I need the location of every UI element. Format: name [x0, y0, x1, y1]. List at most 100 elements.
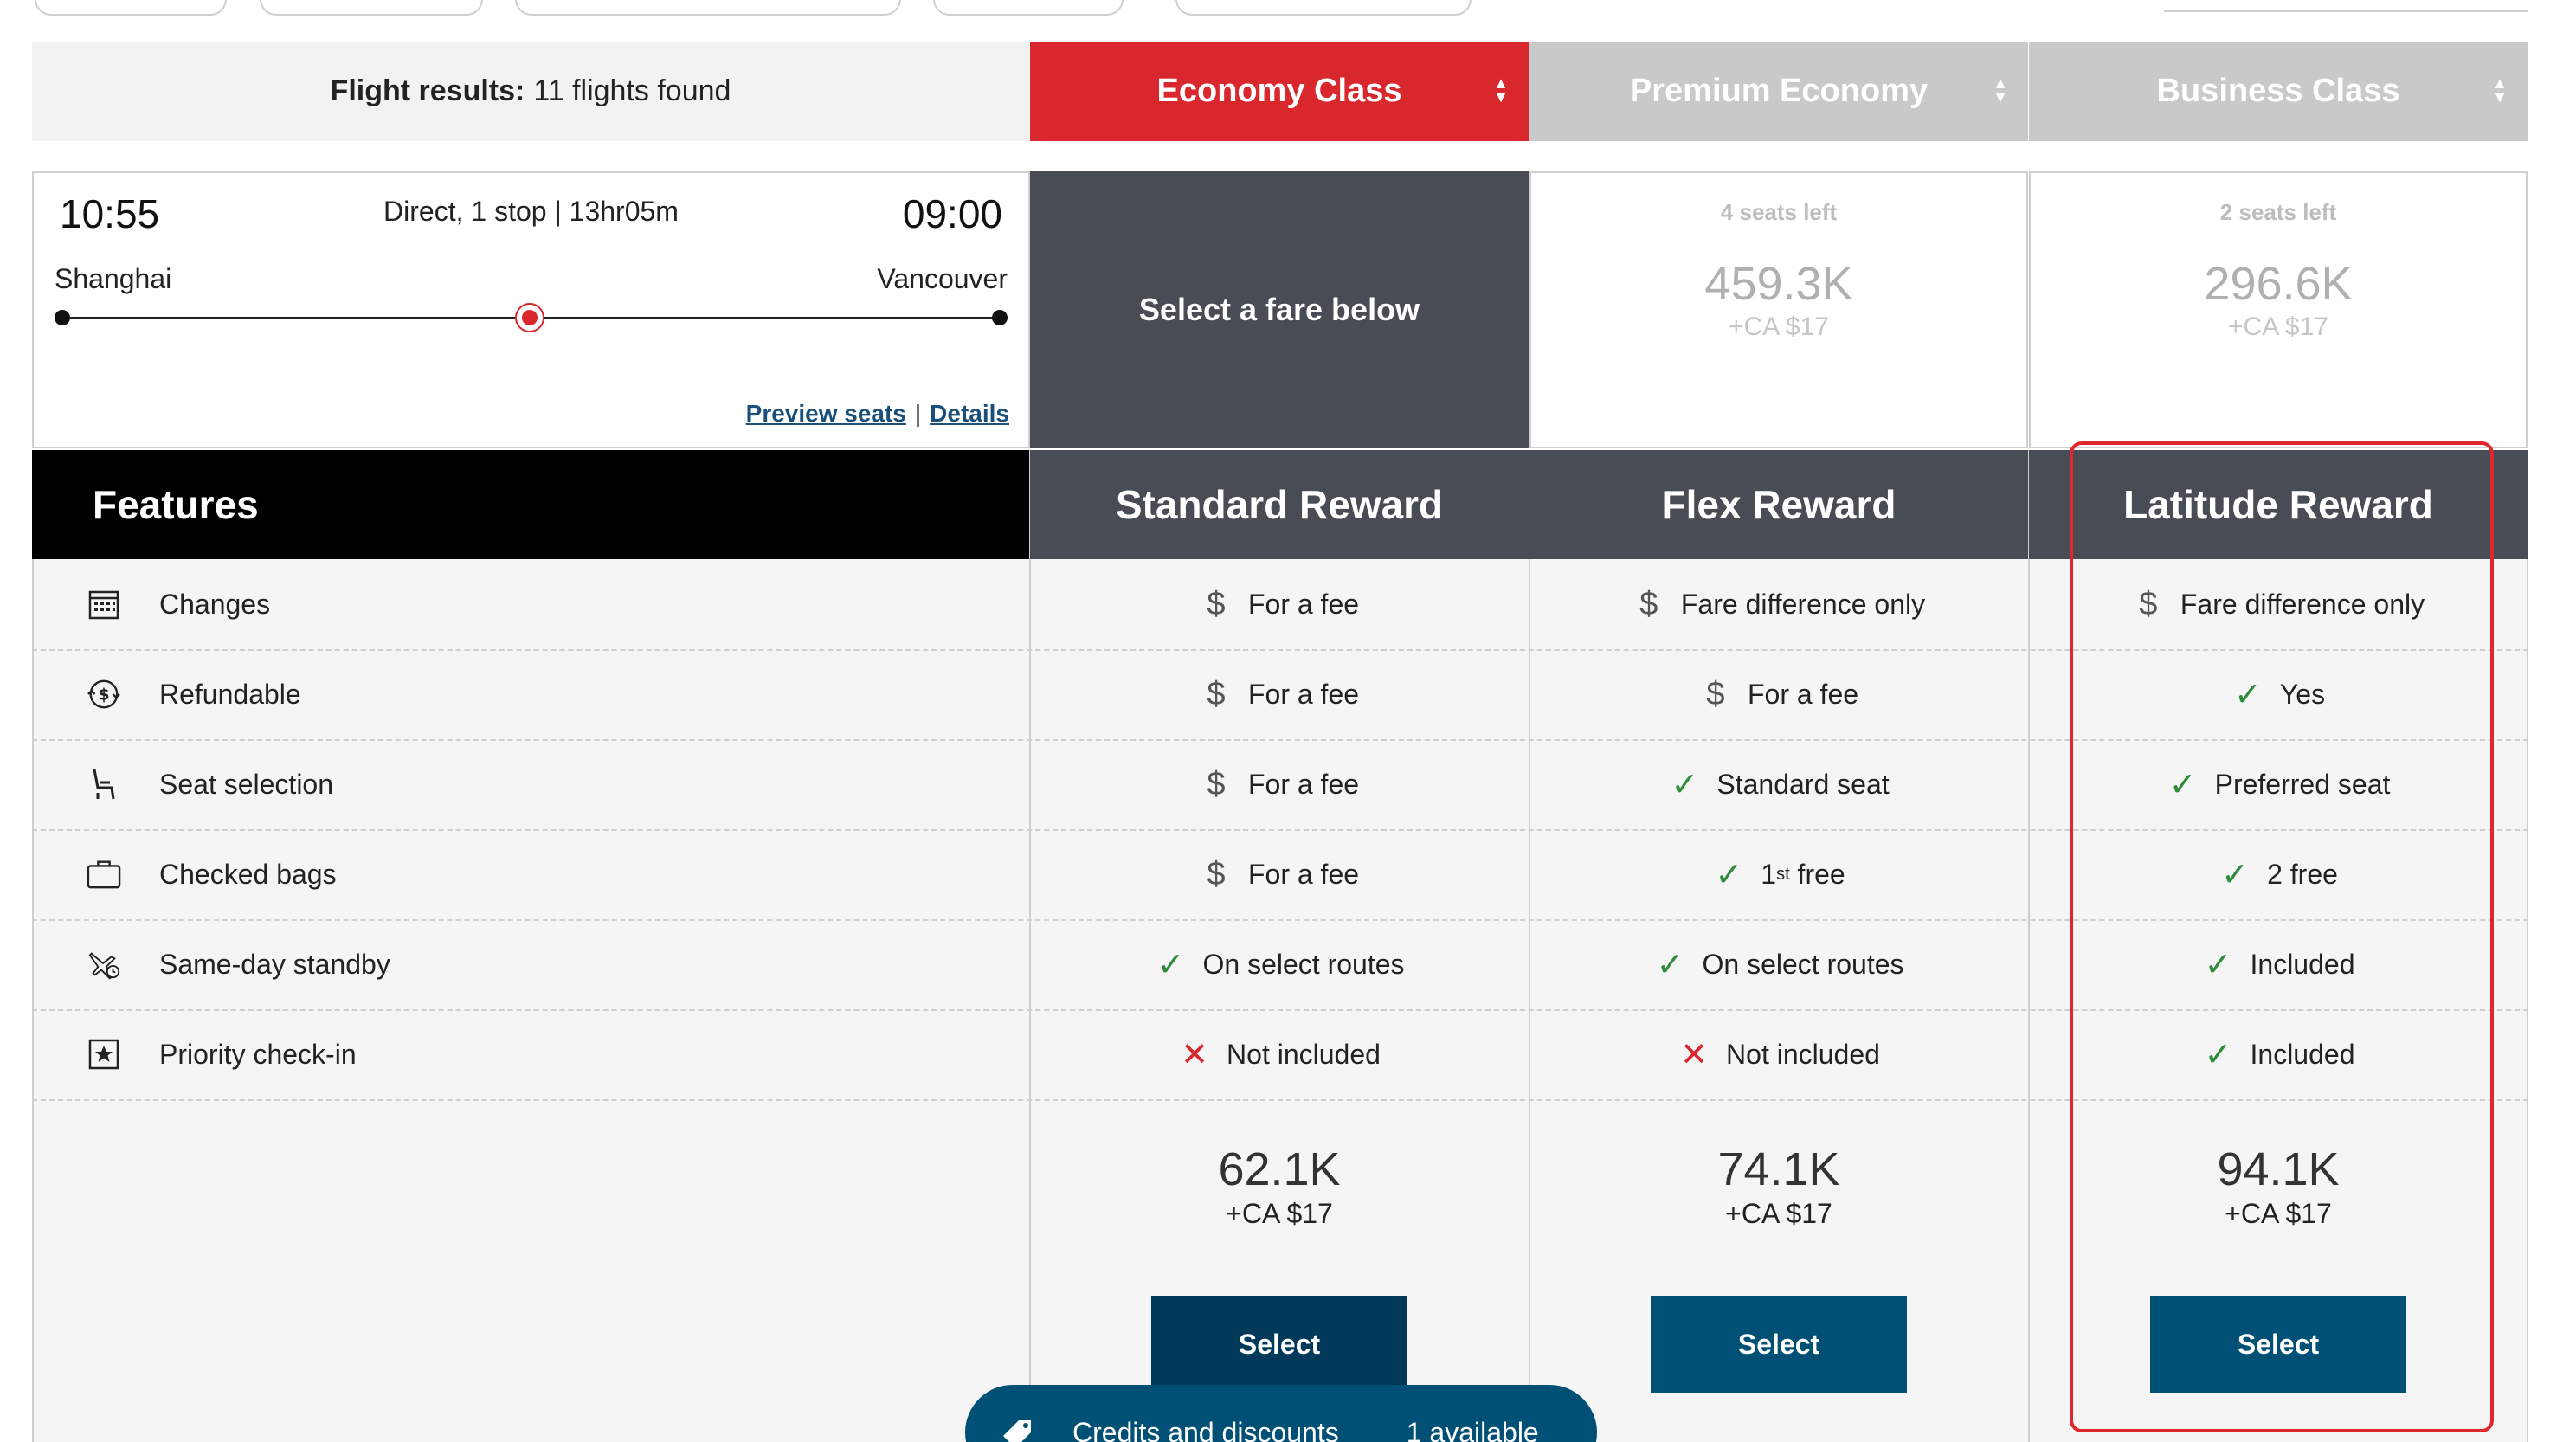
cell-text: For a fee [1247, 588, 1360, 620]
feature-label: Same-day standby [159, 948, 390, 980]
tab-business-class[interactable]: Business Class ▲ ▼ [2029, 42, 2528, 141]
results-count: 11 flights found [533, 74, 731, 107]
suitcase-icon [87, 857, 121, 892]
tag-icon [1000, 1413, 1038, 1442]
fare-tax: +CA $17 [1729, 312, 1829, 341]
flex-reward-header: Flex Reward [1530, 450, 2028, 559]
svg-text:$: $ [98, 686, 109, 705]
feature-row-priority-check-in: Priority check-in [87, 1009, 357, 1099]
feature-row-checked-bags: Checked bags [87, 829, 337, 919]
cell-text: Not included [1227, 1038, 1381, 1070]
flex-seat-cell: ✓ Standard seat [1530, 739, 2028, 829]
cell-text: For a fee [1747, 678, 1859, 710]
flex-standby-cell: ✓ On select routes [1530, 919, 2028, 1009]
preview-seats-link[interactable]: Preview seats [746, 400, 906, 427]
dollar-icon: $ [1207, 765, 1226, 802]
standard-priority-cell: ✕ Not included [1030, 1009, 1529, 1099]
cell-text: For a fee [1247, 678, 1360, 710]
cell-text: Fare difference only [1680, 588, 1926, 620]
standard-seat-cell: $ For a fee [1030, 739, 1529, 829]
calendar-icon [87, 587, 121, 621]
standby-plane-icon [87, 947, 121, 982]
flight-card: 10:55 Direct, 1 stop | 13hr05m 09:00 Sha… [32, 171, 1030, 448]
link-separator: | [914, 400, 922, 427]
latitude-highlight-frame [2070, 441, 2494, 1432]
filter-pill[interactable] [35, 0, 227, 16]
checkmark-icon: ✓ [1715, 856, 1743, 893]
fare-points: 296.6K [2204, 258, 2353, 310]
price-tax: +CA $17 [1226, 1198, 1333, 1229]
flight-results-summary: Flight results: 11 flights found [32, 42, 1029, 141]
dollar-icon: $ [1639, 585, 1658, 622]
credits-label: Credits and discounts [1072, 1416, 1339, 1442]
standard-reward-header: Standard Reward [1030, 450, 1529, 559]
flex-bags-cell: ✓ 1st free [1530, 829, 2028, 919]
seat-icon [87, 767, 121, 801]
cell-text-superscript: st [1776, 864, 1790, 884]
feature-label: Priority check-in [159, 1038, 357, 1070]
arrival-time: 09:00 [902, 191, 1002, 236]
cross-icon: ✕ [1680, 1036, 1708, 1073]
cross-icon: ✕ [1181, 1036, 1208, 1073]
cell-text: For a fee [1247, 858, 1360, 890]
select-flex-button[interactable]: Select [1651, 1296, 1907, 1393]
tab-label: Premium Economy [1629, 73, 1929, 109]
sort-dropdown-underline[interactable] [2164, 10, 2528, 12]
checkmark-icon: ✓ [1156, 946, 1185, 983]
details-link[interactable]: Details [930, 400, 1009, 427]
filter-pill[interactable] [515, 0, 901, 16]
dollar-icon: $ [1207, 675, 1226, 712]
standard-refundable-cell: $ For a fee [1030, 649, 1529, 739]
filter-pill[interactable] [1175, 0, 1472, 16]
cell-text: For a fee [1247, 768, 1360, 800]
checkmark-icon: ✓ [1671, 766, 1699, 803]
filter-pill[interactable] [260, 0, 483, 16]
feature-label: Seat selection [159, 768, 334, 800]
cell-text: Not included [1726, 1038, 1880, 1070]
feature-label: Changes [159, 588, 271, 620]
destination-dot [992, 310, 1008, 325]
destination-city: Vancouver [877, 263, 1008, 294]
origin-dot [55, 310, 70, 325]
select-standard-button[interactable]: Select [1151, 1296, 1407, 1393]
star-badge-icon [87, 1037, 121, 1072]
price-points: 74.1K [1717, 1143, 1840, 1195]
flight-summary: Direct, 1 stop | 13hr05m [383, 196, 679, 227]
stop-maple-leaf-icon [515, 303, 544, 332]
results-label: Flight results: [330, 74, 525, 107]
features-header: Features [32, 450, 1029, 559]
flex-priority-cell: ✕ Not included [1530, 1009, 2028, 1099]
feature-row-seat-selection: Seat selection [87, 739, 333, 829]
fare-points: 459.3K [1704, 258, 1853, 310]
feature-row-changes: Changes [87, 559, 270, 649]
feature-row-same-day-standby: Same-day standby [87, 919, 390, 1009]
standard-standby-cell: ✓ On select routes [1030, 919, 1529, 1009]
business-class-fare[interactable]: 2 seats left 296.6K +CA $17 [2029, 171, 2528, 448]
sort-arrows-icon: ▲ ▼ [2492, 74, 2508, 106]
cell-text: free [1789, 858, 1845, 890]
premium-economy-fare[interactable]: 4 seats left 459.3K +CA $17 [1530, 171, 2028, 448]
flight-links: Preview seats | Details [746, 400, 1009, 428]
seats-left: 2 seats left [2219, 199, 2337, 225]
price-tax: +CA $17 [1725, 1198, 1832, 1229]
refund-icon: $ [87, 677, 121, 711]
cell-text: On select routes [1202, 948, 1405, 980]
tab-premium-economy[interactable]: Premium Economy ▲ ▼ [1530, 42, 2028, 141]
cell-text: On select routes [1702, 948, 1904, 980]
standard-price: 62.1K +CA $17 [1030, 1143, 1529, 1230]
dollar-icon: $ [1706, 675, 1725, 712]
standard-changes-cell: $ For a fee [1030, 559, 1529, 649]
tab-economy-class[interactable]: Economy Class ▲ ▼ [1030, 42, 1529, 141]
sort-arrows-icon: ▲ ▼ [1493, 74, 1509, 106]
price-points: 62.1K [1218, 1143, 1341, 1195]
seats-left: 4 seats left [1720, 199, 1838, 225]
filter-pill[interactable] [933, 0, 1124, 16]
tab-label: Economy Class [1156, 73, 1402, 109]
cell-text-number: 1 [1761, 858, 1777, 890]
standard-bags-cell: $ For a fee [1030, 829, 1529, 919]
dollar-icon: $ [1207, 585, 1226, 622]
credits-available-link[interactable]: 1 available [1407, 1417, 1539, 1442]
credits-and-discounts-bar[interactable]: Credits and discounts 1 available [965, 1385, 1597, 1442]
tab-label: Business Class [2156, 73, 2400, 109]
economy-select-prompt: Select a fare below [1030, 171, 1529, 448]
